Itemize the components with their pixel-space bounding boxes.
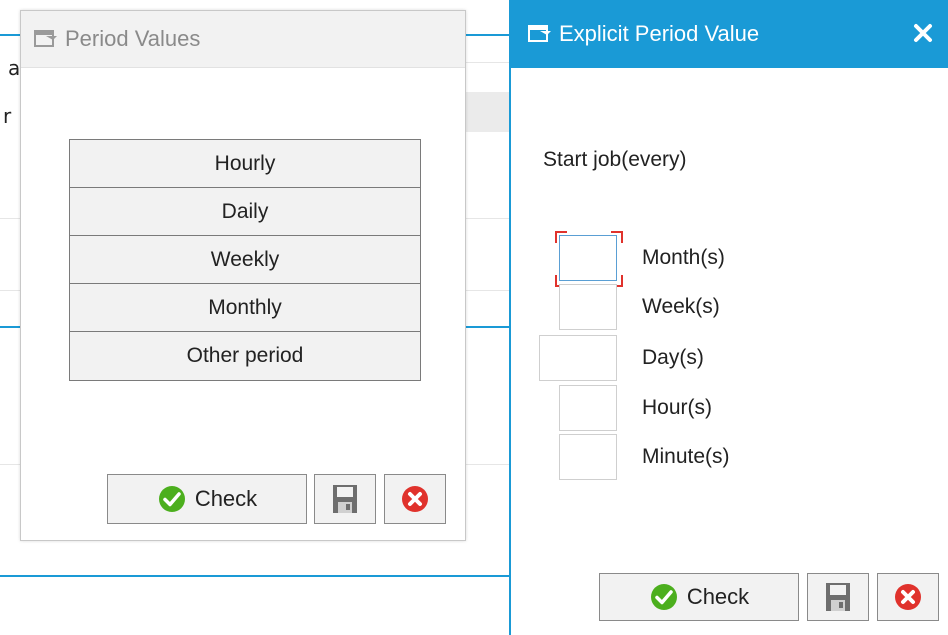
background-divider bbox=[0, 326, 22, 328]
check-icon bbox=[649, 582, 679, 612]
save-icon bbox=[332, 484, 358, 514]
months-label: Month(s) bbox=[642, 246, 725, 269]
weeks-input[interactable] bbox=[559, 284, 617, 330]
dialog-window-icon bbox=[527, 23, 553, 45]
cancel-icon bbox=[400, 484, 430, 514]
background-text-fragment: r bbox=[3, 104, 12, 128]
check-button[interactable]: Check bbox=[107, 474, 307, 524]
background-divider bbox=[0, 34, 22, 36]
hourly-button[interactable]: Hourly bbox=[70, 140, 420, 188]
background-divider bbox=[466, 290, 510, 291]
background-divider bbox=[0, 464, 22, 465]
background-divider bbox=[466, 464, 510, 465]
background-divider bbox=[0, 575, 510, 577]
weeks-label: Week(s) bbox=[642, 295, 720, 318]
dialog-title-bar[interactable]: Period Values bbox=[21, 11, 465, 68]
hours-input[interactable] bbox=[559, 385, 617, 431]
period-options-list: Hourly Daily Weekly Monthly Other period bbox=[69, 139, 421, 381]
other-period-button[interactable]: Other period bbox=[70, 332, 420, 380]
dialog-title: Period Values bbox=[65, 26, 201, 51]
dialog-title: Explicit Period Value bbox=[559, 21, 760, 46]
background-bar bbox=[466, 92, 510, 132]
hours-label: Hour(s) bbox=[642, 396, 713, 419]
background-text-fragment: a bbox=[8, 56, 21, 80]
explicit-period-value-dialog: Explicit Period Value Start job(every) M… bbox=[509, 0, 948, 635]
background-divider bbox=[0, 218, 22, 219]
save-button[interactable] bbox=[807, 573, 869, 621]
save-button[interactable] bbox=[314, 474, 376, 524]
days-input[interactable] bbox=[539, 335, 617, 381]
close-icon[interactable] bbox=[908, 18, 938, 48]
daily-button[interactable]: Daily bbox=[70, 188, 420, 236]
period-values-dialog: Period Values Hourly Daily Weekly Monthl… bbox=[20, 10, 466, 541]
check-button-label: Check bbox=[194, 486, 258, 511]
background-divider bbox=[0, 290, 22, 291]
check-button-label: Check bbox=[686, 584, 750, 609]
cancel-button[interactable] bbox=[877, 573, 939, 621]
background-divider bbox=[466, 218, 510, 219]
check-button[interactable]: Check bbox=[599, 573, 799, 621]
days-label: Day(s) bbox=[642, 346, 704, 369]
months-input[interactable] bbox=[559, 235, 617, 281]
dialog-window-icon bbox=[33, 28, 59, 50]
dialog-title-bar[interactable]: Explicit Period Value bbox=[511, 0, 948, 68]
background-divider bbox=[466, 326, 510, 328]
weekly-button[interactable]: Weekly bbox=[70, 236, 420, 284]
start-job-label: Start job(every) bbox=[543, 148, 687, 171]
cancel-icon bbox=[893, 582, 923, 612]
save-icon bbox=[825, 582, 851, 612]
check-icon bbox=[157, 484, 187, 514]
cancel-button[interactable] bbox=[384, 474, 446, 524]
minutes-label: Minute(s) bbox=[642, 445, 730, 468]
minutes-input[interactable] bbox=[559, 434, 617, 480]
monthly-button[interactable]: Monthly bbox=[70, 284, 420, 332]
background-divider bbox=[466, 62, 510, 63]
background-divider bbox=[466, 34, 510, 36]
